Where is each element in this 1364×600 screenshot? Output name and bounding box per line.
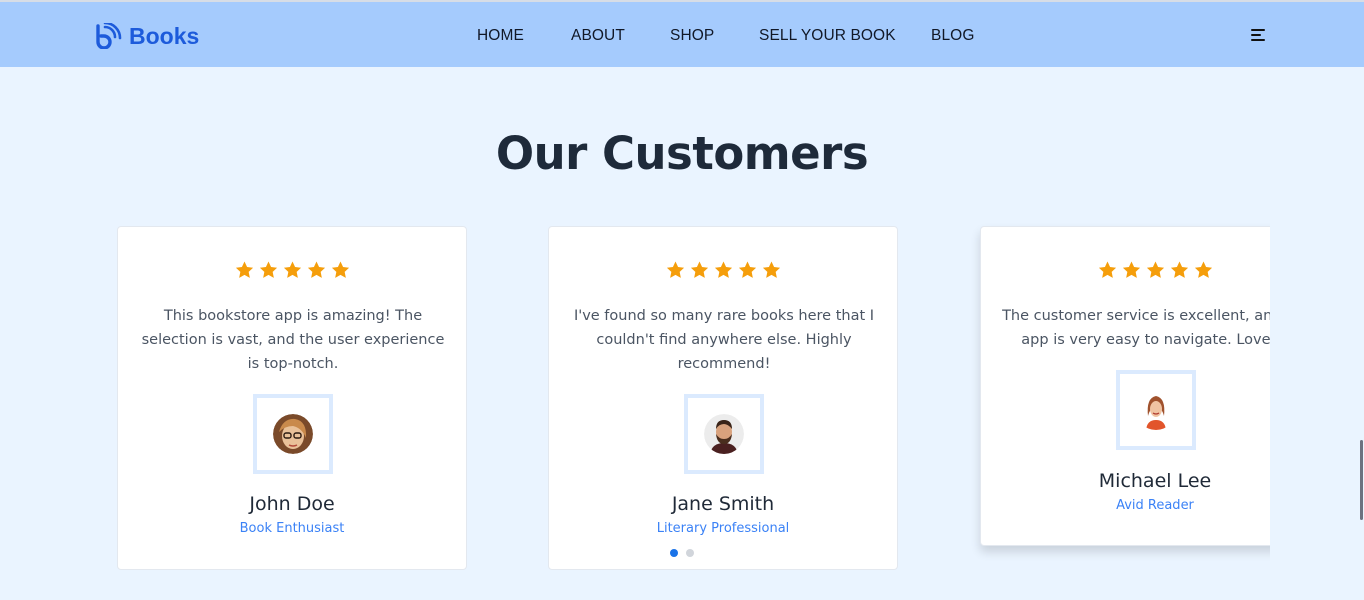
nav-link-about[interactable]: ABOUT bbox=[571, 27, 625, 45]
carousel-dot-1[interactable] bbox=[670, 549, 678, 557]
avatar-frame bbox=[253, 394, 333, 474]
customer-role: Avid Reader bbox=[1116, 498, 1194, 513]
star-icon bbox=[738, 261, 756, 278]
customer-role: Book Enthusiast bbox=[239, 521, 345, 536]
star-icon bbox=[1194, 261, 1212, 278]
customer-role: Literary Professional bbox=[656, 521, 790, 536]
brand-name: Books bbox=[129, 22, 200, 49]
nav-link-shop[interactable]: SHOP bbox=[670, 27, 714, 45]
books-logo-icon bbox=[96, 23, 122, 49]
customer-name: Michael Lee bbox=[1098, 470, 1212, 492]
avatar-frame bbox=[1116, 370, 1196, 450]
carousel-dot-2[interactable] bbox=[686, 549, 694, 557]
carousel-pagination bbox=[670, 549, 694, 557]
testimonial-card: This bookstore app is amazing! The selec… bbox=[117, 226, 467, 570]
brand-logo-link[interactable]: Books bbox=[95, 22, 199, 50]
customer-name: Jane Smith bbox=[671, 493, 775, 515]
star-icon bbox=[307, 261, 325, 278]
testimonial-quote: The customer service is excellent, and t… bbox=[1002, 308, 1270, 348]
testimonial-card: The customer service is excellent, and t… bbox=[980, 226, 1270, 546]
hamburger-menu-icon[interactable] bbox=[1251, 29, 1267, 43]
star-icon bbox=[1122, 261, 1140, 278]
page-scrollbar[interactable] bbox=[1360, 440, 1363, 520]
star-icon bbox=[690, 261, 708, 278]
star-icon bbox=[283, 261, 301, 278]
nav-link-blog[interactable]: BLOG bbox=[931, 27, 974, 45]
star-icon bbox=[259, 261, 277, 278]
star-rating bbox=[118, 260, 466, 280]
testimonial-quote: I've found so many rare books here that … bbox=[573, 308, 875, 372]
nav-link-home[interactable]: HOME bbox=[477, 27, 524, 45]
top-navigation-bar: Books HOME ABOUT SHOP SELL YOUR BOOK BLO… bbox=[0, 2, 1364, 67]
star-icon bbox=[1170, 261, 1188, 278]
testimonial-quote: This bookstore app is amazing! The selec… bbox=[141, 308, 445, 372]
customer-name: John Doe bbox=[249, 493, 335, 515]
nav-link-sell-your-book[interactable]: SELL YOUR BOOK bbox=[759, 27, 896, 45]
star-icon bbox=[1146, 261, 1164, 278]
avatar-frame bbox=[684, 394, 764, 474]
section-title: Our Customers bbox=[495, 127, 869, 180]
star-icon bbox=[714, 261, 732, 278]
star-icon bbox=[762, 261, 780, 278]
star-rating bbox=[549, 260, 897, 280]
testimonials-carousel[interactable]: This bookstore app is amazing! The selec… bbox=[113, 222, 1270, 582]
star-rating bbox=[981, 260, 1270, 280]
testimonial-card: I've found so many rare books here that … bbox=[548, 226, 898, 570]
star-icon bbox=[331, 261, 349, 278]
star-icon bbox=[666, 261, 684, 278]
star-icon bbox=[235, 261, 253, 278]
woman-with-glasses-avatar bbox=[273, 414, 313, 454]
bearded-man-avatar bbox=[704, 414, 744, 454]
star-icon bbox=[1098, 261, 1116, 278]
smiling-woman-avatar bbox=[1136, 390, 1176, 430]
